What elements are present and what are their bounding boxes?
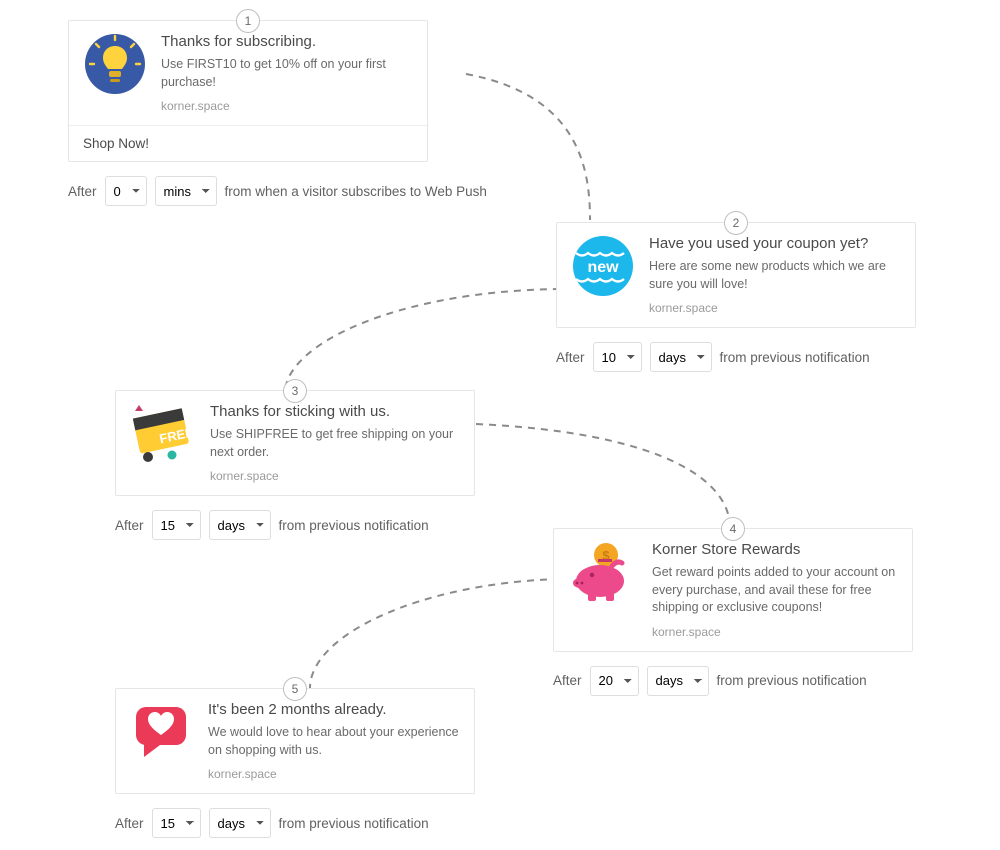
timing-row: After 10 days from previous notification	[556, 342, 916, 372]
step-4: 4 $	[553, 528, 913, 696]
delay-value-select[interactable]: 10	[593, 342, 642, 372]
svg-text:new: new	[587, 259, 619, 276]
delay-unit-select[interactable]: mins	[155, 176, 217, 206]
notification-card-4[interactable]: 4 $	[553, 528, 913, 652]
notification-desc: Use FIRST10 to get 10% off on your first…	[161, 56, 413, 91]
notification-card-2[interactable]: 2 new Have you used your coupon yet? Her…	[556, 222, 916, 328]
delay-value-select[interactable]: 20	[590, 666, 639, 696]
notification-desc: We would love to hear about your experie…	[208, 724, 460, 759]
timing-prefix: After	[115, 816, 144, 831]
notification-domain: korner.space	[161, 99, 413, 113]
heart-chat-icon	[130, 701, 194, 765]
timing-prefix: After	[556, 350, 585, 365]
timing-row: After 20 days from previous notification	[553, 666, 913, 696]
lightbulb-icon	[83, 33, 147, 97]
notification-card-5[interactable]: 5 It's been 2 months already. We would l…	[115, 688, 475, 794]
notification-card-3[interactable]: 3 FREE Thanks for sticking with us. Use …	[115, 390, 475, 496]
new-badge-icon: new	[571, 235, 635, 299]
step-5: 5 It's been 2 months already. We would l…	[115, 688, 475, 838]
delay-unit-select[interactable]: days	[650, 342, 712, 372]
step-number-badge: 4	[721, 517, 745, 541]
notification-title: Thanks for subscribing.	[161, 33, 413, 50]
delay-unit-select[interactable]: days	[209, 510, 271, 540]
delay-value-select[interactable]: 15	[152, 808, 201, 838]
notification-title: It's been 2 months already.	[208, 701, 460, 718]
timing-row: After 15 days from previous notification	[115, 808, 475, 838]
timing-row: After 0 mins from when a visitor subscri…	[68, 176, 487, 206]
step-number-badge: 3	[283, 379, 307, 403]
delay-value-select[interactable]: 0	[105, 176, 147, 206]
timing-prefix: After	[68, 184, 97, 199]
notification-desc: Use SHIPFREE to get free shipping on you…	[210, 426, 460, 461]
step-number-badge: 5	[283, 677, 307, 701]
notification-domain: korner.space	[210, 469, 460, 483]
step-number-badge: 1	[236, 9, 260, 33]
delay-unit-select[interactable]: days	[647, 666, 709, 696]
notification-title: Korner Store Rewards	[652, 541, 898, 558]
timing-tail: from previous notification	[279, 816, 429, 831]
timing-prefix: After	[115, 518, 144, 533]
notification-domain: korner.space	[649, 301, 901, 315]
piggy-bank-icon: $	[568, 541, 638, 605]
timing-prefix: After	[553, 673, 582, 688]
timing-row: After 15 days from previous notification	[115, 510, 475, 540]
notification-desc: Get reward points added to your account …	[652, 564, 898, 617]
notification-title: Thanks for sticking with us.	[210, 403, 460, 420]
workflow-canvas: 1 Thanks for subscribing. Use FIRST10 to…	[0, 0, 1000, 850]
notification-cta-button[interactable]: Shop Now!	[69, 125, 427, 161]
timing-tail: from previous notification	[279, 518, 429, 533]
free-shipping-icon: FREE	[130, 403, 196, 467]
timing-tail: from when a visitor subscribes to Web Pu…	[225, 184, 487, 199]
notification-desc: Here are some new products which we are …	[649, 258, 901, 293]
timing-tail: from previous notification	[717, 673, 867, 688]
notification-domain: korner.space	[208, 767, 460, 781]
step-1: 1 Thanks for subscribing. Use FIRST10 to…	[68, 20, 487, 206]
notification-domain: korner.space	[652, 625, 898, 639]
notification-title: Have you used your coupon yet?	[649, 235, 901, 252]
step-3: 3 FREE Thanks for sticking with us. Use …	[115, 390, 475, 540]
notification-card-1[interactable]: 1 Thanks for subscribing. Use FIRST10 to…	[68, 20, 428, 162]
step-number-badge: 2	[724, 211, 748, 235]
delay-unit-select[interactable]: days	[209, 808, 271, 838]
timing-tail: from previous notification	[720, 350, 870, 365]
delay-value-select[interactable]: 15	[152, 510, 201, 540]
step-2: 2 new Have you used your coupon yet? Her…	[556, 222, 916, 372]
